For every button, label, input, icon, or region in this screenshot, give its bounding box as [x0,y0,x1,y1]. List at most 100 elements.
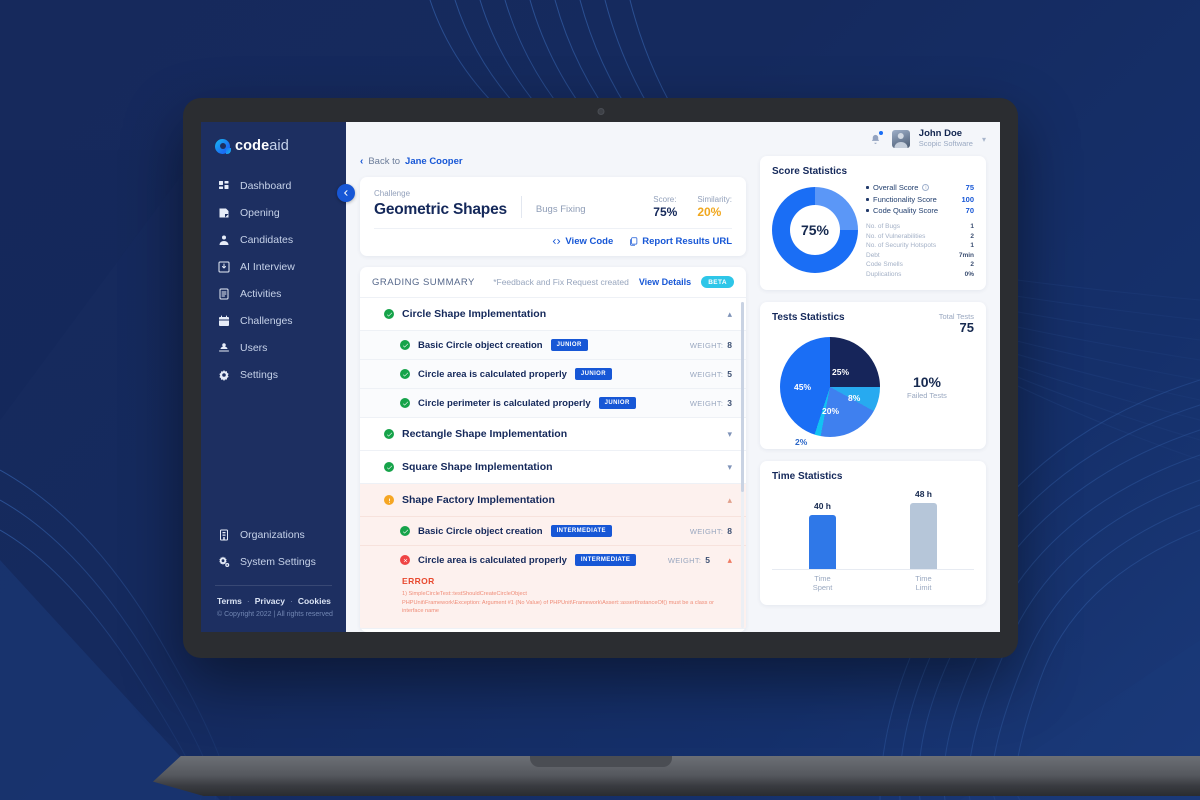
criterion-row: Circle perimeter is calculated properly … [360,388,746,417]
score-statistics-body: 75% Overall Score i 75 Functionality Sco… [772,183,974,278]
time-statistics-card: Time Statistics 40 h 48 h Time Spent Tim… [760,460,986,605]
score-sub-value: 0% [964,270,974,278]
challenge-actions: View Code Report Results URL [374,236,732,247]
grading-group-header[interactable]: Square Shape Implementation ▾ [360,451,746,483]
weight-value: 3 [727,398,732,408]
bar-value-label: 40 h [813,500,831,511]
score-sub-row: No. of Bugs 1 [866,223,974,230]
user-menu[interactable]: John Doe Scopic Software [919,128,973,149]
sidebar-item-organizations[interactable]: Organizations [201,521,346,548]
logo-text-bold: code [235,138,270,154]
topbar: John Doe Scopic Software ▾ [346,122,1000,156]
score-sub-row: Code Smells 2 [866,261,974,268]
sidebar-item-users[interactable]: Users [201,334,346,361]
score-sub-row: No. of Vulnerabilities 2 [866,233,974,240]
criterion-name: Circle perimeter is calculated properly [418,397,591,409]
score-row: Functionality Score 100 [866,195,974,204]
report-results-url-button[interactable]: Report Results URL [629,236,732,247]
bar-axis-label: Time Spent [788,574,858,593]
criterion-name: Basic Circle object creation [418,525,543,537]
chevron-up-icon[interactable]: ▴ [727,495,732,506]
score-sub-value: 1 [970,242,974,249]
bar-axis-label: Time Limit [889,574,959,593]
error-details: ERROR 1) SimpleCircleTest::testShouldCre… [360,574,746,628]
sidebar-item-ai-interview[interactable]: AI Interview [201,253,346,280]
grading-group-name: Square Shape Implementation [402,461,553,473]
codeaid-logo-icon [215,138,231,154]
info-icon[interactable]: i [922,184,930,191]
check-circle-icon [400,369,410,379]
sidebar-item-label: Settings [240,368,278,381]
check-circle-icon [400,526,410,536]
page-title: Geometric Shapes [374,201,507,218]
score-donut-chart: 75% [772,187,858,274]
sidebar-item-label: Organizations [240,528,305,541]
grading-group-header[interactable]: Shape Factory Implementation ▴ [360,484,746,516]
sidebar-item-dashboard[interactable]: Dashboard [201,172,346,199]
grading-group-header[interactable]: Rectangle Shape Implementation ▾ [360,418,746,450]
error-title: ERROR [402,576,435,586]
score-row-value: 100 [961,194,974,204]
weight-label: WEIGHT: [667,556,702,565]
sidebar-item-settings[interactable]: Settings [201,361,346,388]
tests-statistics-card: Tests Statistics Total Tests 75 25% 8% 2… [760,301,986,449]
failed-tests-value: 10% [912,373,942,390]
divider [374,228,732,229]
sidebar-item-label: AI Interview [240,260,295,273]
level-badge: JUNIOR [550,339,588,351]
sidebar-item-activities[interactable]: Activities [201,280,346,307]
challenge-metrics: Score: 75% Similarity: 20% [653,195,732,219]
code-icon [553,238,561,245]
users-icon [217,341,230,354]
grading-group-name: Rectangle Shape Implementation [402,428,568,440]
scrollbar-thumb[interactable] [741,302,744,492]
grading-group-header[interactable]: Circle Shape Implementation ▴ [360,298,746,330]
chevron-up-icon[interactable]: ▴ [718,555,732,566]
sidebar-collapse-button[interactable] [337,184,355,202]
avatar[interactable] [891,130,910,148]
weight-label: WEIGHT: [689,527,724,536]
logo-text-light: aid [269,138,289,154]
sidebar-item-label: Dashboard [240,179,292,192]
sidebar-item-candidates[interactable]: Candidates [201,226,346,253]
privacy-link[interactable]: Privacy [255,596,285,606]
sidebar-item-label: Activities [240,287,282,300]
total-tests: Total Tests 75 [939,312,974,335]
check-circle-icon [384,309,394,319]
logo[interactable]: codeaid [201,122,346,154]
score-label: Score: [653,195,677,204]
sidebar: codeaid Dashboard Opening Candidates AI … [201,122,355,632]
sidebar-item-system-settings[interactable]: System Settings [201,548,346,575]
challenge-identity: Challenge Geometric Shapes Bugs Fixing [374,189,586,219]
score-breakdown-list: Overall Score i 75 Functionality Score 1… [866,183,974,278]
chevron-down-icon[interactable]: ▾ [982,135,986,144]
weight-label: WEIGHT: [689,399,724,408]
sidebar-bottom: Organizations System Settings Terms · Pr… [201,521,346,632]
sidebar-item-label: System Settings [240,555,316,568]
breadcrumb-name[interactable]: Jane Cooper [405,156,463,167]
time-statistics-title: Time Statistics [772,470,843,482]
tests-statistics-body: 25% 8% 20% 2% 45% 10% Failed Tests [772,336,974,447]
weight-label: WEIGHT: [689,341,724,350]
failed-tests-label: Failed Tests [907,390,947,400]
grading-summary-title: GRADING SUMMARY [372,276,475,288]
notifications-button[interactable] [870,131,883,146]
left-column: ‹ Back to Jane Cooper Challenge Geometri… [360,156,746,632]
view-details-link[interactable]: View Details [639,277,691,287]
donut-center-value: 75% [790,205,840,256]
score-row-value: 75 [965,183,974,192]
chevron-down-icon[interactable]: ▾ [727,462,732,473]
sidebar-item-challenges[interactable]: Challenges [201,307,346,334]
score-sub-label: No. of Vulnerabilities [866,232,926,240]
weight-label: WEIGHT: [689,370,724,379]
sidebar-item-label: Challenges [240,314,293,327]
chevron-down-icon[interactable]: ▾ [727,429,732,440]
terms-link[interactable]: Terms [217,596,242,606]
view-code-button[interactable]: View Code [552,236,613,247]
file-lines-icon [217,287,230,300]
cookies-link[interactable]: Cookies [298,596,331,606]
sidebar-item-opening[interactable]: Opening [201,199,346,226]
breadcrumb[interactable]: ‹ Back to Jane Cooper [360,156,746,167]
chevron-up-icon[interactable]: ▴ [727,309,732,320]
